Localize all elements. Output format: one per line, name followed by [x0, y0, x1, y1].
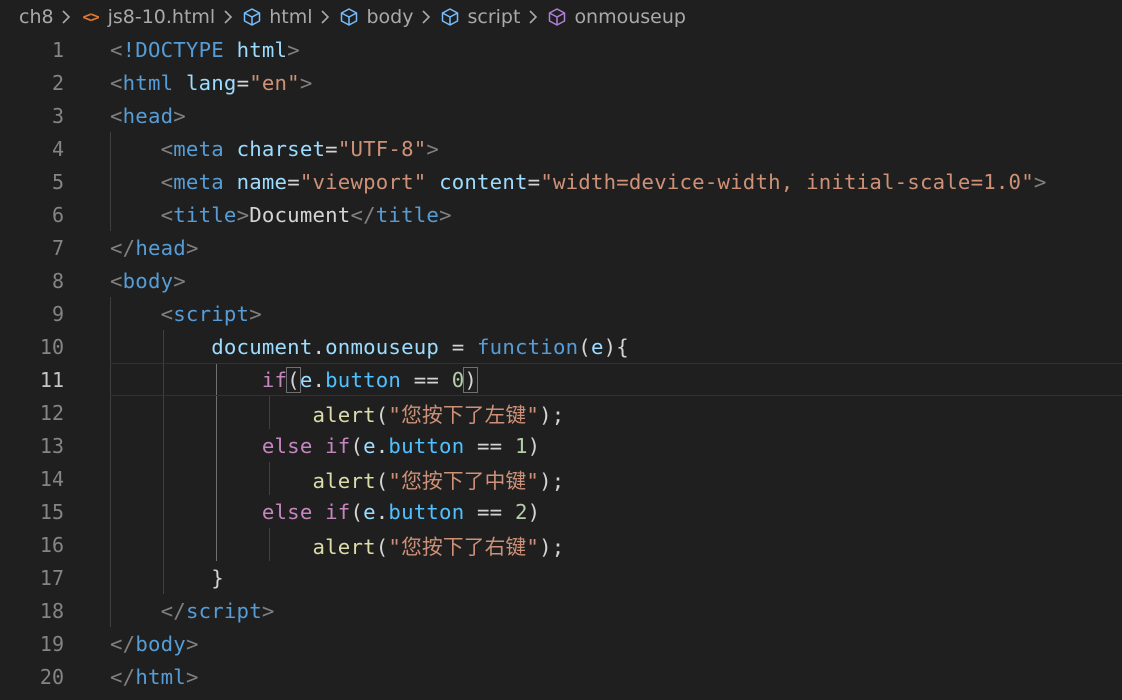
- line-content: <body>: [110, 268, 186, 293]
- line-content: else if(e.button == 1): [261, 433, 541, 458]
- html-file-icon: <>: [82, 7, 100, 26]
- cube-icon: [439, 6, 461, 28]
- line-number: 10: [39, 334, 64, 359]
- code-line[interactable]: 7 </head>: [0, 231, 1122, 264]
- code-line[interactable]: 2 <html lang="en">: [0, 66, 1122, 99]
- line-content: </body>: [110, 631, 199, 656]
- chevron-right-icon: [312, 9, 338, 25]
- line-number: 15: [39, 499, 64, 524]
- chevron-right-icon: [413, 9, 439, 25]
- line-number: 7: [51, 235, 64, 260]
- cube-icon: [338, 6, 360, 28]
- breadcrumb-label: html: [269, 5, 313, 28]
- breadcrumb-item-body[interactable]: body: [338, 6, 413, 28]
- line-number: 17: [39, 565, 64, 590]
- line-content: alert("您按下了中键");: [312, 468, 565, 493]
- line-number: 9: [51, 301, 64, 326]
- line-number: 20: [39, 664, 64, 689]
- line-content: </head>: [110, 235, 199, 260]
- code-line[interactable]: 1 <!DOCTYPE html>: [0, 33, 1122, 66]
- cube-icon: [241, 6, 263, 28]
- code-line[interactable]: 18 </script>: [0, 594, 1122, 627]
- code-editor[interactable]: 1 <!DOCTYPE html> 2 <html lang="en"> 3 <…: [0, 33, 1122, 700]
- code-line[interactable]: 9 <script>: [0, 297, 1122, 330]
- line-content: <meta charset="UTF-8">: [160, 136, 440, 161]
- breadcrumb-label: js8-10.html: [107, 5, 216, 28]
- line-number: 19: [39, 631, 64, 656]
- line-number: 14: [39, 466, 64, 491]
- line-content: }: [211, 565, 224, 590]
- code-line[interactable]: 8 <body>: [0, 264, 1122, 297]
- code-line[interactable]: 16 alert("您按下了右键");: [0, 528, 1122, 561]
- breadcrumb-item-script[interactable]: script: [439, 6, 520, 28]
- code-line[interactable]: 13 else if(e.button == 1): [0, 429, 1122, 462]
- breadcrumb-item-file[interactable]: <> js8-10.html: [80, 6, 216, 28]
- code-line[interactable]: 10 document.onmouseup = function(e){: [0, 330, 1122, 363]
- bracket-match: ): [463, 366, 478, 393]
- line-content: </html>: [110, 664, 199, 689]
- line-content: if(e.button == 0): [261, 366, 478, 393]
- line-content: <script>: [160, 301, 262, 326]
- chevron-right-icon: [215, 9, 241, 25]
- code-line[interactable]: 5 <meta name="viewport" content="width=d…: [0, 165, 1122, 198]
- method-cube-icon: [546, 6, 568, 28]
- code-line[interactable]: 12 alert("您按下了左键");: [0, 396, 1122, 429]
- breadcrumb-label: body: [366, 5, 414, 28]
- bracket-match: (: [286, 366, 301, 393]
- breadcrumb: ch8 <> js8-10.html html body script onmo…: [0, 0, 1122, 33]
- line-content: <meta name="viewport" content="width=dev…: [160, 169, 1047, 194]
- code-line[interactable]: 19 </body>: [0, 627, 1122, 660]
- line-number: 6: [51, 202, 64, 227]
- code-line[interactable]: 17 }: [0, 561, 1122, 594]
- line-content: <html lang="en">: [110, 70, 313, 95]
- line-number: 11: [39, 367, 64, 392]
- code-line[interactable]: 14 alert("您按下了中键");: [0, 462, 1122, 495]
- line-content: alert("您按下了右键");: [312, 534, 565, 559]
- line-content: document.onmouseup = function(e){: [211, 334, 629, 359]
- code-line-current[interactable]: 11 if(e.button == 0): [0, 363, 1122, 396]
- line-number: 18: [39, 598, 64, 623]
- chevron-right-icon: [54, 9, 80, 25]
- breadcrumb-label: ch8: [19, 5, 54, 28]
- line-content: <!DOCTYPE html>: [110, 37, 300, 62]
- code-line[interactable]: 20 </html>: [0, 660, 1122, 693]
- code-line[interactable]: 6 <title>Document</title>: [0, 198, 1122, 231]
- line-content: </script>: [160, 598, 275, 623]
- breadcrumb-item-onmouseup[interactable]: onmouseup: [546, 6, 686, 28]
- line-number: 2: [51, 70, 64, 95]
- line-number: 16: [39, 532, 64, 557]
- line-number: 1: [51, 37, 64, 62]
- code-line[interactable]: 4 <meta charset="UTF-8">: [0, 132, 1122, 165]
- line-content: <title>Document</title>: [160, 202, 452, 227]
- line-content: <head>: [110, 103, 186, 128]
- breadcrumb-item-folder[interactable]: ch8: [19, 6, 54, 28]
- line-content: alert("您按下了左键");: [312, 402, 565, 427]
- line-number: 12: [39, 400, 64, 425]
- line-number: 5: [51, 169, 64, 194]
- code-line[interactable]: 15 else if(e.button == 2): [0, 495, 1122, 528]
- chevron-right-icon: [520, 9, 546, 25]
- breadcrumb-label: script: [467, 5, 521, 28]
- breadcrumb-item-html[interactable]: html: [241, 6, 312, 28]
- line-number: 4: [51, 136, 64, 161]
- line-content: else if(e.button == 2): [261, 499, 541, 524]
- line-number: 3: [51, 103, 64, 128]
- line-number: 13: [39, 433, 64, 458]
- line-number: 8: [51, 268, 64, 293]
- code-line[interactable]: 3 <head>: [0, 99, 1122, 132]
- breadcrumb-label: onmouseup: [574, 5, 686, 28]
